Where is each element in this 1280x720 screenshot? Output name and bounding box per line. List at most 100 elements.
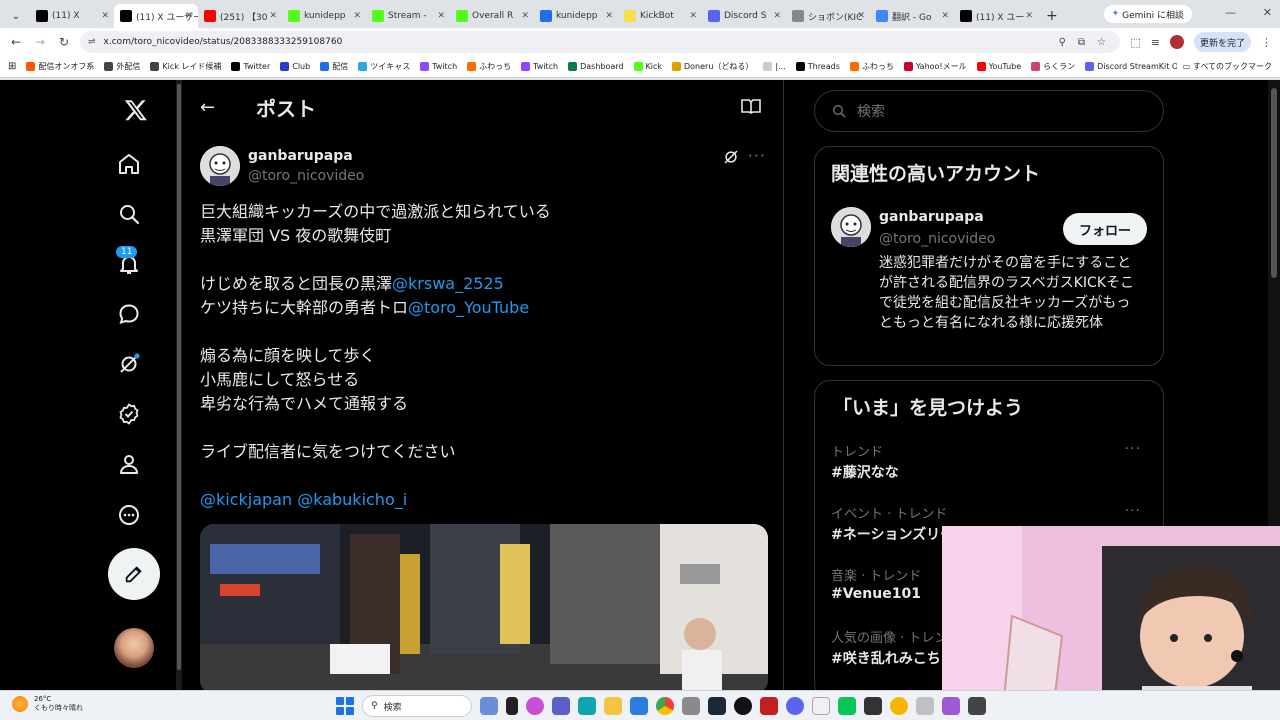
bookmark-item[interactable]: 配信オンオフ系: [26, 61, 94, 72]
bookmark-item[interactable]: ツイキャス: [358, 61, 410, 72]
author-avatar[interactable]: [200, 146, 240, 186]
back-icon[interactable]: ←: [4, 35, 28, 49]
bookmark-item[interactable]: Twitter: [231, 62, 270, 71]
discord-icon[interactable]: [786, 697, 804, 715]
left-scrollbar[interactable]: [176, 80, 182, 690]
browser-tab[interactable]: (11) X ユー ✕: [954, 4, 1038, 28]
mention-link[interactable]: @toro_YouTube: [408, 298, 529, 317]
browser-tab[interactable]: kunidepp ✕: [534, 4, 618, 28]
all-bookmarks[interactable]: ▭ すべてのブックマーク: [1176, 61, 1272, 72]
related-account-name[interactable]: ganbarupapa: [879, 209, 984, 225]
bookmark-item[interactable]: Twitch: [521, 62, 558, 71]
tab-close-icon[interactable]: ✕: [101, 11, 109, 21]
tab-close-icon[interactable]: ✕: [857, 11, 865, 21]
tab-close-icon[interactable]: ✕: [605, 11, 613, 21]
browser-tab[interactable]: ショボン(KIC ✕: [786, 4, 870, 28]
site-info-icon[interactable]: ⇌: [88, 37, 96, 47]
bookmark-item[interactable]: YouTube: [976, 62, 1021, 71]
mention-link[interactable]: @krswa_2525: [392, 274, 504, 293]
bookmark-item[interactable]: ふわっち: [467, 61, 511, 72]
follow-button[interactable]: フォロー: [1062, 213, 1147, 245]
tab-close-icon[interactable]: ✕: [689, 11, 697, 21]
bookmark-star-icon[interactable]: ☆: [1097, 37, 1106, 48]
more-options-icon[interactable]: [114, 500, 144, 530]
paint-icon[interactable]: [682, 697, 700, 715]
zoom-icon[interactable]: ⚲: [1059, 37, 1066, 48]
start-button[interactable]: [336, 697, 354, 715]
minimize-icon[interactable]: —: [1225, 6, 1236, 19]
bookmark-item[interactable]: Kick レイド候補: [150, 61, 221, 72]
chrome-icon[interactable]: [656, 697, 674, 715]
address-bar[interactable]: ⇌ x.com/toro_nicovideo/status/2083388333…: [80, 31, 1120, 53]
bookmark-item[interactable]: Threads: [795, 62, 840, 71]
app-icon[interactable]: [864, 697, 882, 715]
forward-icon[interactable]: →: [28, 35, 52, 49]
app-icon[interactable]: [916, 697, 934, 715]
reload-icon[interactable]: ↻: [52, 35, 76, 49]
app-icon[interactable]: [890, 697, 908, 715]
bookmark-item[interactable]: らくラン: [1031, 61, 1075, 72]
browser-tab[interactable]: 翻訳 - Go ✕: [870, 4, 954, 28]
browser-tab[interactable]: Stream - ✕: [366, 4, 450, 28]
chat-icon[interactable]: [114, 299, 144, 329]
home-icon[interactable]: [114, 149, 144, 179]
app-icon[interactable]: [942, 697, 960, 715]
author-name[interactable]: ganbarupapa: [248, 148, 353, 164]
browser-tab[interactable]: Overall R ✕: [450, 4, 534, 28]
bookmark-item[interactable]: Club: [280, 62, 310, 71]
reading-list-icon[interactable]: ≡: [1151, 36, 1160, 49]
browser-tab[interactable]: (11) X ✕: [30, 4, 114, 28]
trend-more-icon[interactable]: ···: [1125, 441, 1141, 457]
browser-tab[interactable]: KickBot ✕: [618, 4, 702, 28]
gemini-button[interactable]: ✦ Gemini に相談: [1103, 5, 1192, 23]
browser-tab[interactable]: (11) X ユーザー ✕: [114, 4, 198, 28]
post-video[interactable]: [200, 524, 768, 690]
notepad-icon[interactable]: [812, 697, 830, 715]
trend-item[interactable]: トレンド #藤沢なな ···: [831, 441, 1151, 482]
related-account-avatar[interactable]: [831, 207, 871, 247]
weather-widget[interactable]: 26°C くもり時々晴れ: [12, 695, 83, 713]
back-arrow-icon[interactable]: ←: [200, 97, 224, 118]
post-more-icon[interactable]: ···: [748, 146, 766, 165]
profile-icon[interactable]: [114, 449, 144, 479]
tab-close-icon[interactable]: ✕: [941, 11, 949, 21]
bookmark-item[interactable]: |...: [763, 62, 786, 71]
menu-icon[interactable]: ⋮: [1261, 36, 1272, 49]
store-icon[interactable]: [630, 697, 648, 715]
tab-close-icon[interactable]: ✕: [521, 11, 529, 21]
update-button[interactable]: 更新を完了: [1193, 32, 1251, 52]
tab-close-icon[interactable]: ✕: [437, 11, 445, 21]
taskbar-search[interactable]: ⚲ 検索: [362, 695, 472, 717]
app-icon[interactable]: [760, 697, 778, 715]
obs-icon[interactable]: [734, 697, 752, 715]
tab-close-icon[interactable]: ✕: [353, 11, 361, 21]
close-window-icon[interactable]: ✕: [1263, 6, 1272, 19]
files-icon[interactable]: [506, 697, 518, 715]
x-logo-icon[interactable]: [118, 94, 154, 126]
teams-icon[interactable]: [552, 697, 570, 715]
extensions-icon[interactable]: ⬚: [1130, 36, 1140, 49]
author-handle[interactable]: @toro_nicovideo: [248, 168, 364, 184]
tab-close-icon[interactable]: ✕: [1025, 11, 1033, 21]
browser-tab[interactable]: kunidepp ✕: [282, 4, 366, 28]
account-avatar[interactable]: [114, 628, 154, 668]
steam-icon[interactable]: [708, 697, 726, 715]
bookmark-item[interactable]: Dashboard: [568, 62, 624, 71]
grok-icon[interactable]: [114, 349, 144, 379]
bookmark-item[interactable]: 配信: [320, 61, 348, 72]
bookmark-item[interactable]: Yahoo!メール: [903, 61, 967, 72]
app-icon[interactable]: [968, 697, 986, 715]
tab-search-button[interactable]: ⌄: [6, 6, 26, 26]
bookmark-item[interactable]: Discord StreamKit O...: [1085, 62, 1185, 71]
bookmark-item[interactable]: Twitch: [420, 62, 457, 71]
explore-search-icon[interactable]: [114, 199, 144, 229]
new-tab-button[interactable]: +: [1038, 4, 1066, 28]
bookmark-item[interactable]: Doneru（どねる）: [672, 61, 753, 72]
verified-icon[interactable]: [114, 399, 144, 429]
explorer-icon[interactable]: [604, 697, 622, 715]
bookmark-item[interactable]: 外配信: [104, 61, 140, 72]
tab-close-icon[interactable]: ✕: [269, 11, 277, 21]
line-icon[interactable]: [838, 697, 856, 715]
mention-links[interactable]: @kickjapan @kabukicho_i: [200, 488, 768, 512]
search-input[interactable]: 検索: [814, 90, 1164, 132]
